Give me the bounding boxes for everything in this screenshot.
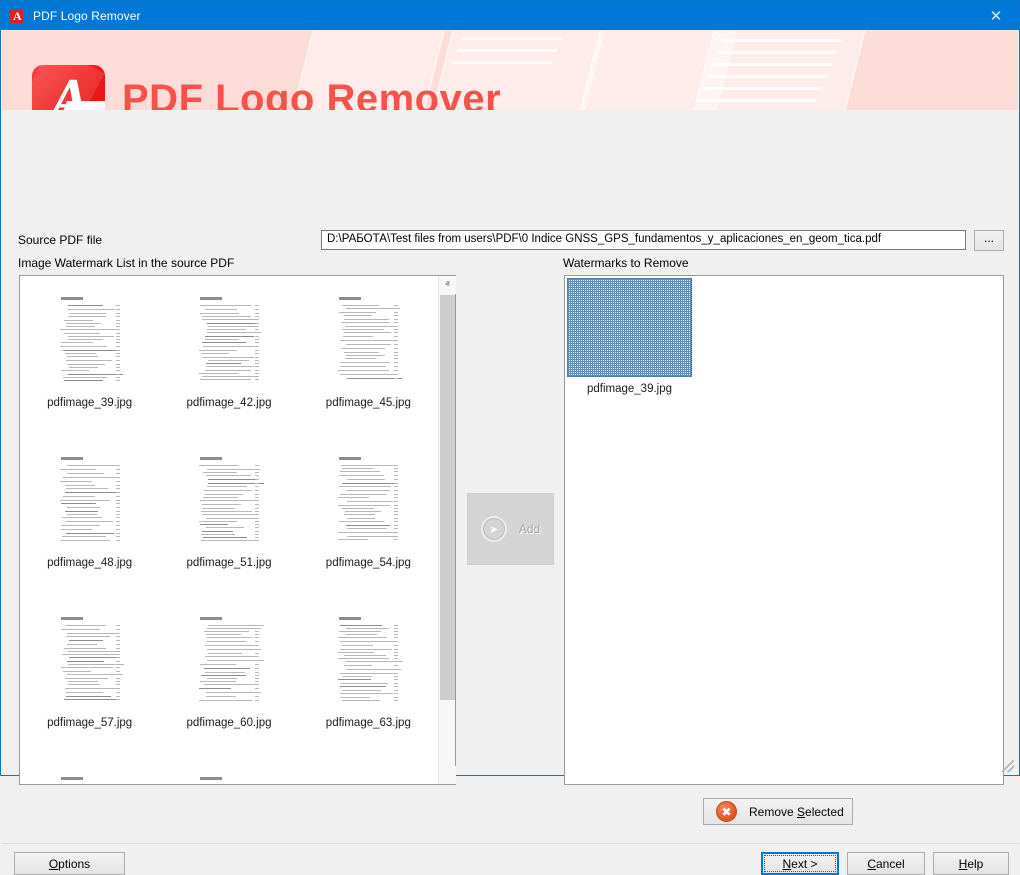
watermark-thumbnail[interactable] (190, 607, 268, 710)
watermark-thumbnail[interactable] (51, 287, 129, 390)
list-scrollbar[interactable]: ⱏ ⱟ (438, 276, 455, 784)
window-title: PDF Logo Remover (33, 9, 141, 23)
watermark-thumbnail[interactable] (329, 287, 407, 390)
left-panel-label: Image Watermark List in the source PDF (18, 256, 234, 270)
close-icon[interactable]: ✕ (973, 1, 1019, 30)
scrollbar-thumb[interactable] (440, 295, 455, 700)
list-item[interactable]: pdfimage_66.jpg (20, 762, 159, 784)
source-file-label: Source PDF file (18, 233, 102, 247)
list-item-label: pdfimage_42.jpg (186, 397, 271, 409)
watermark-thumbnail[interactable] (567, 278, 692, 377)
list-item-label: pdfimage_39.jpg (587, 383, 672, 395)
scroll-down-icon[interactable]: ⱟ (439, 766, 456, 784)
list-item[interactable]: pdfimage_39.jpg (20, 282, 159, 442)
cancel-button[interactable]: Cancel (847, 852, 925, 875)
watermark-thumbnail[interactable] (190, 447, 268, 550)
watermark-thumbnail[interactable] (51, 607, 129, 710)
footer-divider (3, 843, 1019, 844)
list-item[interactable]: pdfimage_39.jpg (567, 278, 692, 395)
arrow-right-circle-icon: ➤ (481, 516, 507, 542)
list-item[interactable]: pdfimage_57.jpg (20, 602, 159, 762)
main-content: Source PDF file D:\РАБОТА\Test files fro… (2, 110, 1018, 775)
error-x-circle-icon: ✖ (716, 801, 737, 822)
list-item[interactable]: pdfimage_63.jpg (299, 602, 438, 762)
image-watermark-list[interactable]: pdfimage_39.jpg pdfimage_42.jpg pdfimage_4… (19, 275, 456, 785)
remove-selected-button[interactable]: ✖ Remove Selected (703, 798, 853, 825)
source-path-input[interactable]: D:\РАБОТА\Test files from users\PDF\0 In… (321, 230, 966, 250)
list-item[interactable]: pdfimage_72.jpg (299, 762, 438, 784)
list-item[interactable]: pdfimage_48.jpg (20, 442, 159, 602)
list-item-label: pdfimage_51.jpg (186, 557, 271, 569)
help-button[interactable]: Help (933, 852, 1009, 875)
list-item[interactable]: pdfimage_51.jpg (159, 442, 298, 602)
list-item-label: pdfimage_48.jpg (47, 557, 132, 569)
list-item[interactable]: pdfimage_42.jpg (159, 282, 298, 442)
watermark-thumbnail[interactable] (329, 447, 407, 550)
application-window: A PDF Logo Remover ✕ A PDF Logo Remover … (0, 0, 1020, 776)
list-item-label: pdfimage_60.jpg (186, 717, 271, 729)
options-button[interactable]: Options (14, 852, 125, 875)
right-panel-label: Watermarks to Remove (563, 256, 689, 270)
watermark-thumbnail[interactable] (51, 447, 129, 550)
app-logo-icon: A (32, 65, 105, 110)
list-item[interactable]: pdfimage_60.jpg (159, 602, 298, 762)
list-item[interactable]: pdfimage_54.jpg (299, 442, 438, 602)
resize-grip-icon[interactable] (1002, 760, 1014, 772)
next-button[interactable]: Next > (761, 852, 839, 875)
title-bar: A PDF Logo Remover ✕ (1, 1, 1019, 30)
scroll-up-icon[interactable]: ⱏ (439, 276, 456, 294)
list-item[interactable]: pdfimage_69.jpg (159, 762, 298, 784)
add-button-label: Add (519, 522, 540, 536)
list-item-label: pdfimage_63.jpg (326, 717, 411, 729)
watermarks-to-remove-list[interactable]: pdfimage_39.jpg (564, 275, 1004, 785)
browse-button[interactable]: ... (974, 230, 1004, 251)
list-item[interactable]: pdfimage_45.jpg (299, 282, 438, 442)
list-item-label: pdfimage_45.jpg (326, 397, 411, 409)
add-button[interactable]: ➤ Add (467, 493, 554, 565)
list-item-label: pdfimage_39.jpg (47, 397, 132, 409)
app-banner: A PDF Logo Remover (2, 31, 1018, 110)
list-item-label: pdfimage_54.jpg (326, 557, 411, 569)
banner-title: PDF Logo Remover (122, 77, 501, 110)
pdf-logo-icon: A (9, 8, 25, 24)
watermark-thumbnail[interactable] (329, 607, 407, 710)
watermark-thumbnail[interactable] (190, 287, 268, 390)
list-item-label: pdfimage_57.jpg (47, 717, 132, 729)
remove-selected-label: Remove Selected (749, 805, 844, 819)
